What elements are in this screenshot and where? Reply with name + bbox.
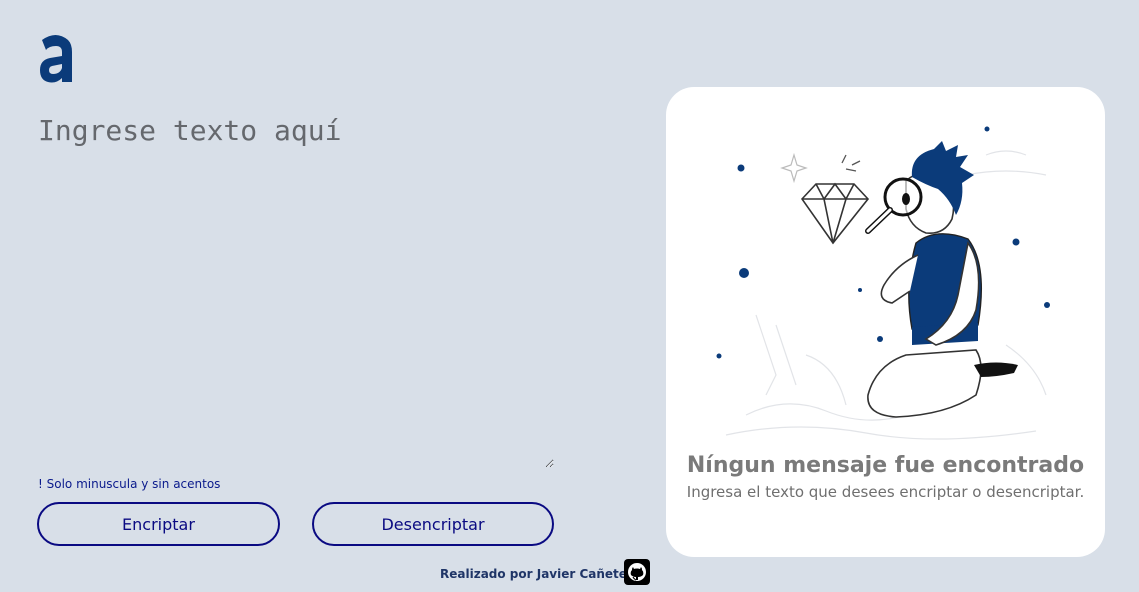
message-input[interactable] bbox=[36, 112, 554, 468]
encrypt-button[interactable]: Encriptar bbox=[37, 502, 280, 546]
output-panel: Níngun mensaje fue encontrado Ingresa el… bbox=[666, 87, 1105, 557]
decrypt-button[interactable]: Desencriptar bbox=[312, 502, 554, 546]
empty-state-subtitle: Ingresa el texto que desees encriptar o … bbox=[686, 483, 1085, 501]
input-hint: ! Solo minuscula y sin acentos bbox=[38, 477, 221, 491]
footer-credit: Realizado por Javier Cañete bbox=[440, 567, 627, 581]
person-with-magnifier-illustration bbox=[716, 126, 1050, 440]
alura-logo bbox=[40, 35, 72, 83]
github-icon[interactable] bbox=[624, 559, 650, 585]
empty-state-title: Níngun mensaje fue encontrado bbox=[686, 453, 1085, 478]
